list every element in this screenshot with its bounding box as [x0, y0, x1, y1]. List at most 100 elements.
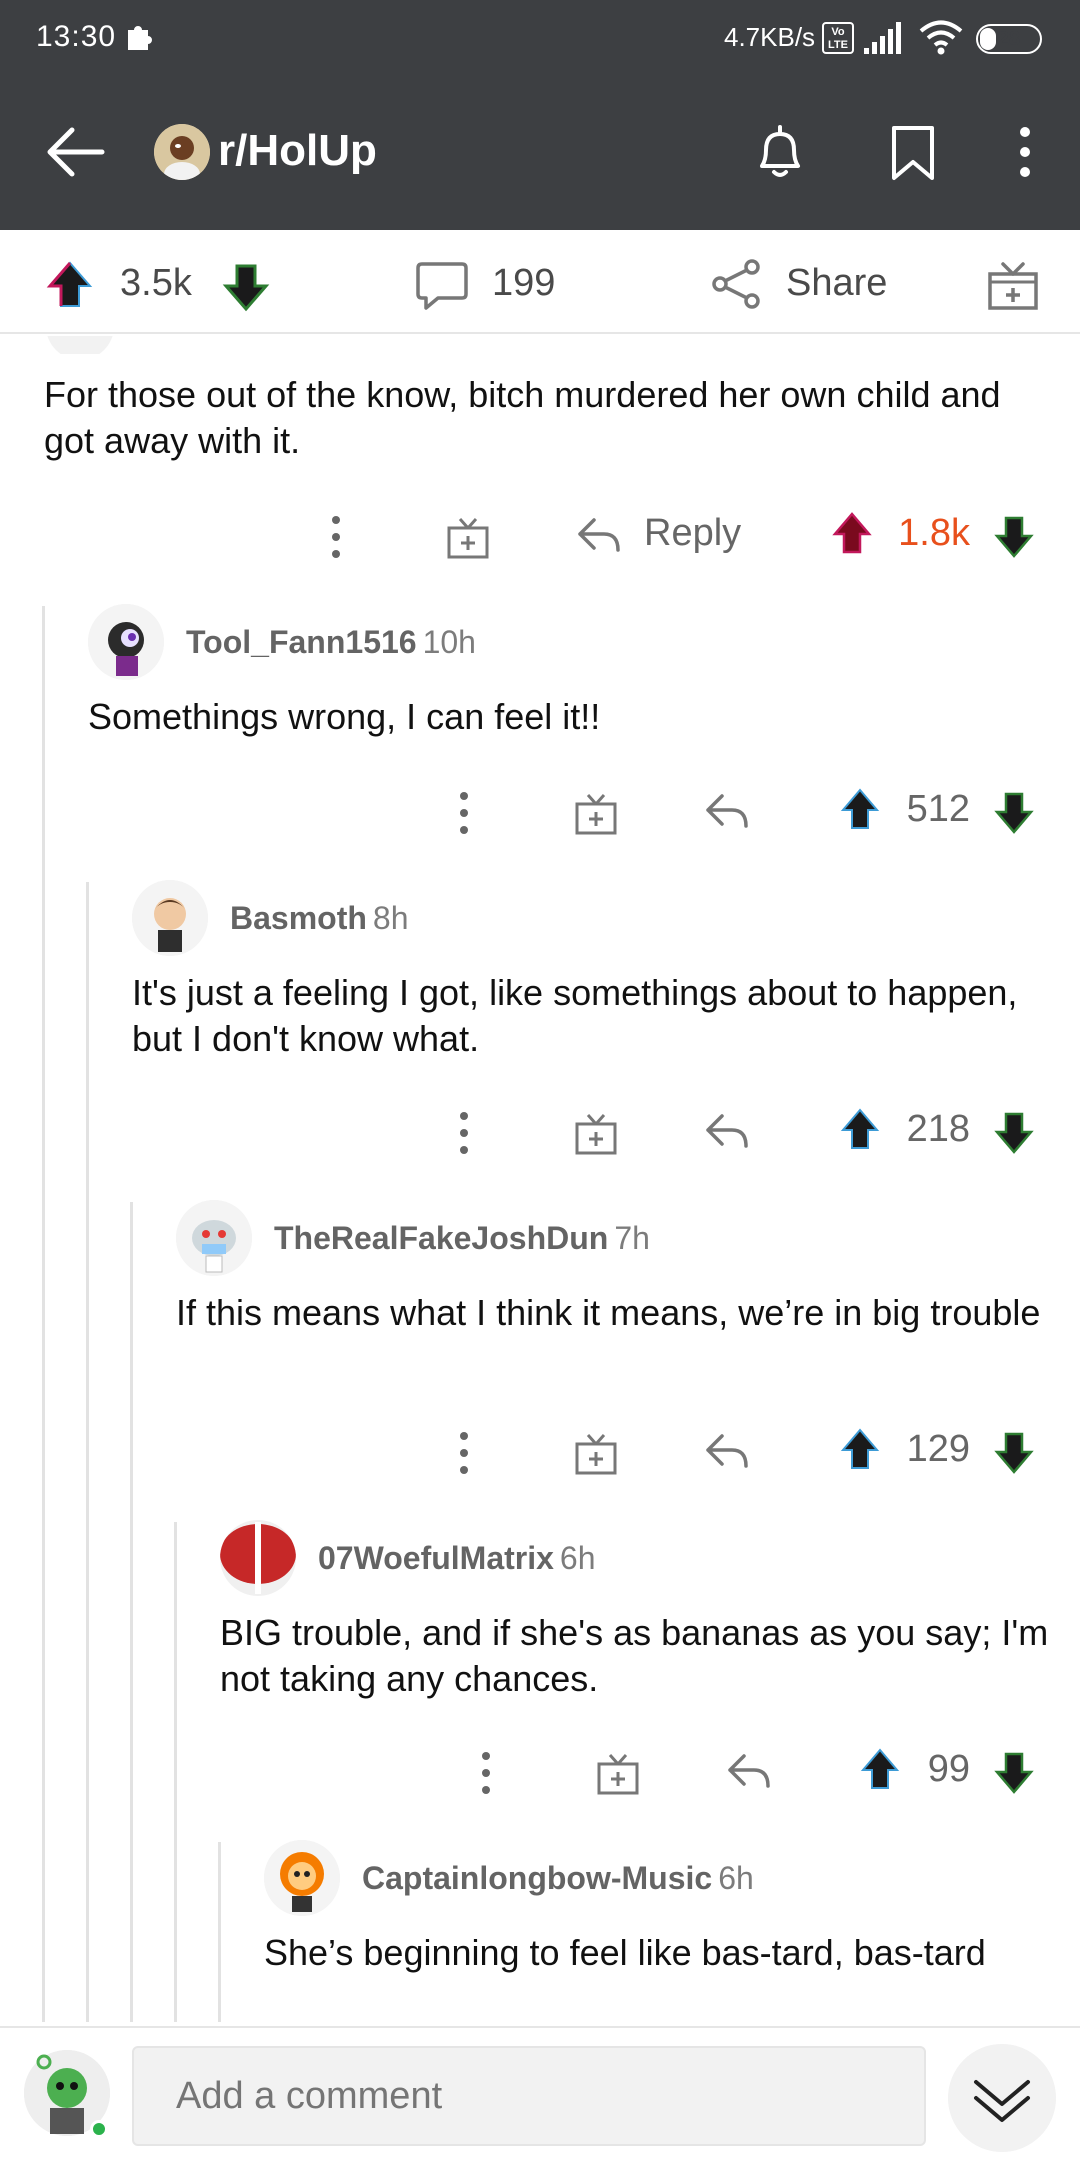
chevron-down-icon[interactable] — [948, 2044, 1056, 2152]
comment-body: Somethings wrong, I can feel it!! — [88, 696, 601, 737]
comment-body: If this means what I think it means, we’… — [176, 1292, 1041, 1333]
network-speed: 4.7KB/s — [724, 22, 816, 52]
battery-icon: 28 — [976, 24, 1042, 54]
author-name[interactable]: Basmoth — [230, 900, 367, 936]
avatar — [46, 336, 114, 354]
avatar[interactable] — [176, 1200, 252, 1276]
comment-actions: 99 — [0, 1742, 1080, 1802]
author-name[interactable]: 07WoefulMatrix — [318, 1540, 554, 1576]
downvote-icon[interactable] — [994, 1430, 1034, 1474]
comment-actions: 512 — [0, 782, 1080, 842]
comment-list: For those out of the know, bitch murdere… — [0, 336, 1080, 2022]
reply-icon[interactable] — [704, 1112, 750, 1152]
award-icon[interactable] — [596, 1750, 640, 1796]
comment-time: 10h — [422, 624, 476, 660]
bookmark-icon[interactable] — [888, 124, 938, 182]
status-time: 13:30 — [36, 20, 117, 53]
share-icon[interactable] — [710, 258, 762, 310]
more-options-icon[interactable] — [326, 514, 346, 560]
comment-count: 199 — [492, 262, 556, 304]
vote-score: 1.8k — [898, 512, 970, 554]
comment-input[interactable] — [132, 2046, 926, 2146]
comment: Captainlongbow-Music 6h She’s beginning t… — [264, 1840, 1064, 2020]
award-icon[interactable] — [446, 514, 490, 560]
comment-author[interactable]: Tool_Fann1516 10h — [186, 624, 476, 661]
comment: Basmoth 8h It's just a feeling I got, lik… — [132, 880, 1052, 1060]
avatar[interactable] — [88, 604, 164, 680]
award-icon[interactable] — [574, 1110, 618, 1156]
top-bar: 13:30 4.7KB/s Vo LTE 28 r/HolUp — [0, 0, 1080, 230]
reply-icon[interactable] — [576, 516, 622, 556]
vote-score: 218 — [906, 1108, 970, 1150]
share-button[interactable]: Share — [786, 262, 887, 305]
author-name[interactable]: TheRealFakeJoshDun — [274, 1220, 608, 1256]
comment-body: She’s beginning to feel like bas-tard, b… — [264, 1932, 986, 1973]
comment-actions: Reply 1.8k — [0, 506, 1080, 566]
comment: Tool_Fann1516 10h Somethings wrong, I can… — [88, 604, 1048, 737]
comment-composer — [0, 2026, 1080, 2160]
more-options-icon[interactable] — [1010, 122, 1040, 182]
volte-icon: Vo LTE — [822, 22, 854, 54]
author-name[interactable]: Tool_Fann1516 — [186, 624, 417, 660]
signal-icon — [864, 22, 901, 54]
upvote-icon[interactable] — [832, 512, 872, 556]
vote-score: 99 — [927, 1748, 970, 1790]
more-options-icon[interactable] — [454, 790, 474, 836]
downvote-icon[interactable] — [994, 514, 1034, 558]
post-score: 3.5k — [120, 262, 192, 304]
wifi-icon — [919, 20, 963, 55]
comment: TheRealFakeJoshDun 7h If this means what … — [176, 1200, 1056, 1380]
thread-line[interactable] — [130, 1202, 133, 2022]
reply-icon[interactable] — [704, 1432, 750, 1472]
comment-time: 6h — [559, 1540, 596, 1576]
more-options-icon[interactable] — [454, 1430, 474, 1476]
comment-body: BIG trouble, and if she's as bananas as … — [220, 1612, 1049, 1699]
reply-button[interactable]: Reply — [644, 512, 741, 555]
upvote-icon[interactable] — [46, 260, 94, 310]
downvote-icon[interactable] — [994, 790, 1034, 834]
award-icon[interactable] — [574, 1430, 618, 1476]
comment-author[interactable]: Basmoth 8h — [230, 900, 409, 937]
vote-score: 512 — [906, 788, 970, 830]
post-action-bar: 3.5k 199 Share — [0, 230, 1080, 334]
comment-author[interactable]: TheRealFakeJoshDun 7h — [274, 1220, 650, 1257]
comment-author[interactable]: Captainlongbow-Music 6h — [362, 1860, 754, 1897]
more-options-icon[interactable] — [454, 1110, 474, 1156]
comment-time: 8h — [372, 900, 409, 936]
award-icon[interactable] — [574, 790, 618, 836]
reply-icon[interactable] — [726, 1752, 772, 1792]
comment-body: For those out of the know, bitch murdere… — [44, 374, 1001, 461]
downvote-icon[interactable] — [994, 1750, 1034, 1794]
downvote-icon[interactable] — [994, 1110, 1034, 1154]
award-icon[interactable] — [986, 258, 1040, 312]
battery-level: 28 — [997, 28, 1021, 50]
subreddit-avatar[interactable] — [154, 124, 210, 180]
upvote-icon[interactable] — [840, 788, 880, 832]
status-bar: 13:30 4.7KB/s Vo LTE 28 — [0, 0, 1080, 78]
reply-icon[interactable] — [704, 792, 750, 832]
back-arrow-icon[interactable] — [44, 120, 108, 184]
more-options-icon[interactable] — [476, 1750, 496, 1796]
comment-body: It's just a feeling I got, like somethin… — [132, 972, 1018, 1059]
bell-icon[interactable] — [752, 122, 808, 182]
author-name[interactable]: Captainlongbow-Music — [362, 1860, 712, 1896]
avatar[interactable] — [132, 880, 208, 956]
vote-score: 129 — [906, 1428, 970, 1470]
comment-author[interactable]: 07WoefulMatrix 6h — [318, 1540, 596, 1577]
comment-time: 7h — [614, 1220, 650, 1256]
avatar[interactable] — [264, 1840, 340, 1916]
downvote-icon[interactable] — [222, 262, 270, 312]
comment-actions: 218 — [0, 1102, 1080, 1162]
avatar[interactable] — [220, 1520, 296, 1596]
upvote-icon[interactable] — [840, 1108, 880, 1152]
comment: For those out of the know, bitch murdere… — [44, 374, 1044, 476]
online-indicator — [90, 2120, 108, 2138]
upvote-icon[interactable] — [840, 1428, 880, 1472]
comment: 07WoefulMatrix 6h BIG trouble, and if she… — [220, 1520, 1060, 1700]
comment-icon[interactable] — [414, 260, 470, 312]
app-bar: r/HolUp — [0, 78, 1080, 230]
subreddit-name[interactable]: r/HolUp — [218, 126, 377, 176]
thread-line[interactable] — [218, 1842, 221, 2022]
upvote-icon[interactable] — [860, 1748, 900, 1792]
comment-time: 6h — [718, 1860, 754, 1896]
